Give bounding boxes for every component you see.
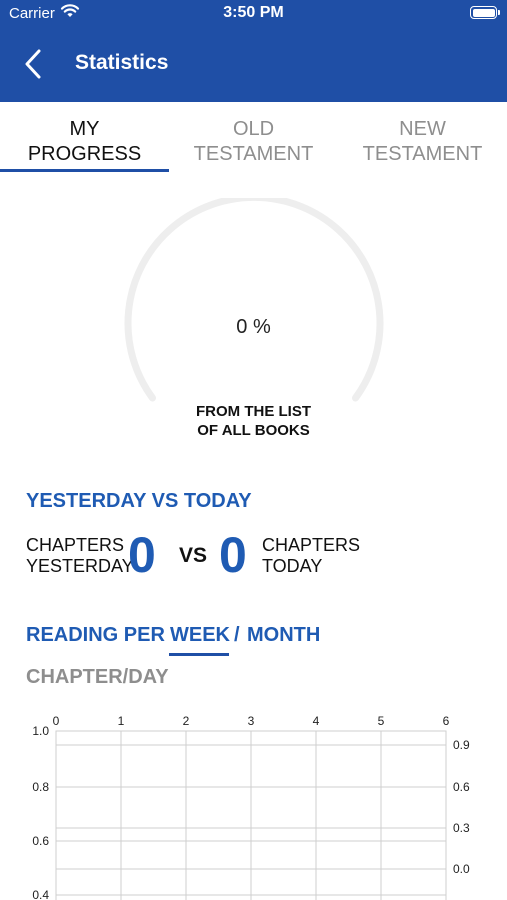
y-right-tick-label: 0.0 xyxy=(453,862,470,876)
tab-month[interactable]: MONTH xyxy=(247,624,320,647)
yesterday-label-line1: CHAPTERS xyxy=(26,535,125,555)
tab-label-line2: PROGRESS xyxy=(27,143,142,165)
y-left-tick-label: 1.0 xyxy=(32,724,49,738)
today-label: CHAPTERS TODAY xyxy=(262,535,360,577)
vs-label: VS xyxy=(179,544,208,567)
navigation-bar: Statistics xyxy=(0,26,507,102)
x-tick-label: 0 xyxy=(53,714,60,728)
caption-line2: OF ALL BOOKS xyxy=(197,422,310,439)
yesterday-label: CHAPTERS YESTERDAY xyxy=(26,535,134,577)
tab-separator: / xyxy=(234,624,240,646)
x-tick-label: 2 xyxy=(183,714,190,728)
comparison-title: YESTERDAY VS TODAY xyxy=(26,490,252,512)
week-tab-indicator xyxy=(169,653,229,656)
tab-label-line2: TESTAMENT xyxy=(193,143,314,165)
x-tick-label: 4 xyxy=(313,714,320,728)
tab-label-line1: OLD xyxy=(232,118,275,140)
y-right-tick-label: 0.6 xyxy=(453,780,470,794)
reading-per-label: READING PER xyxy=(26,624,165,646)
tab-bar: MY PROGRESS OLD TESTAMENT NEW TESTAMENT xyxy=(0,102,507,172)
y-right-tick-label: 0.9 xyxy=(453,738,470,752)
tab-old-testament[interactable]: OLD TESTAMENT xyxy=(169,117,338,167)
y-left-tick-label: 0.4 xyxy=(32,888,49,900)
gauge-track xyxy=(124,198,384,402)
progress-gauge xyxy=(124,198,384,402)
progress-percent: 0 % xyxy=(236,316,271,338)
caption-line1: FROM THE LIST xyxy=(196,403,311,420)
y-left-tick-label: 0.8 xyxy=(32,780,49,794)
clock: 3:50 PM xyxy=(223,4,284,21)
chart-title: CHAPTER/DAY xyxy=(26,666,169,688)
today-label-line2: TODAY xyxy=(262,556,323,576)
back-button[interactable] xyxy=(22,48,52,80)
tab-label-line1: NEW xyxy=(399,118,446,140)
yesterday-count: 0 xyxy=(128,527,156,583)
chevron-left-icon xyxy=(25,49,41,79)
chapter-day-chart: 0 1 2 3 4 5 6 1.0 0.8 0.6 0.4 0.9 0.6 0.3 0.0 xyxy=(32,714,470,900)
x-tick-label: 6 xyxy=(443,714,450,728)
x-tick-label: 1 xyxy=(118,714,125,728)
status-bar: Carrier 3:50 PM xyxy=(0,0,507,26)
tab-label-line1: MY xyxy=(69,118,100,140)
today-count: 0 xyxy=(219,527,247,583)
tab-new-testament[interactable]: NEW TESTAMENT xyxy=(338,117,507,167)
tab-week[interactable]: WEEK xyxy=(170,624,230,647)
tab-label-line2: TESTAMENT xyxy=(362,143,483,165)
x-tick-label: 5 xyxy=(378,714,385,728)
y-left-tick-label: 0.6 xyxy=(32,834,49,848)
y-right-tick-label: 0.3 xyxy=(453,821,470,835)
page-title: Statistics xyxy=(75,51,169,74)
battery-icon xyxy=(470,6,500,19)
progress-caption: FROM THE LIST OF ALL BOOKS xyxy=(0,402,507,440)
tab-my-progress[interactable]: MY PROGRESS xyxy=(0,117,169,167)
yesterday-label-line2: YESTERDAY xyxy=(26,556,134,576)
x-tick-label: 3 xyxy=(248,714,255,728)
today-label-line1: CHAPTERS xyxy=(262,535,361,555)
active-tab-indicator xyxy=(0,169,169,172)
